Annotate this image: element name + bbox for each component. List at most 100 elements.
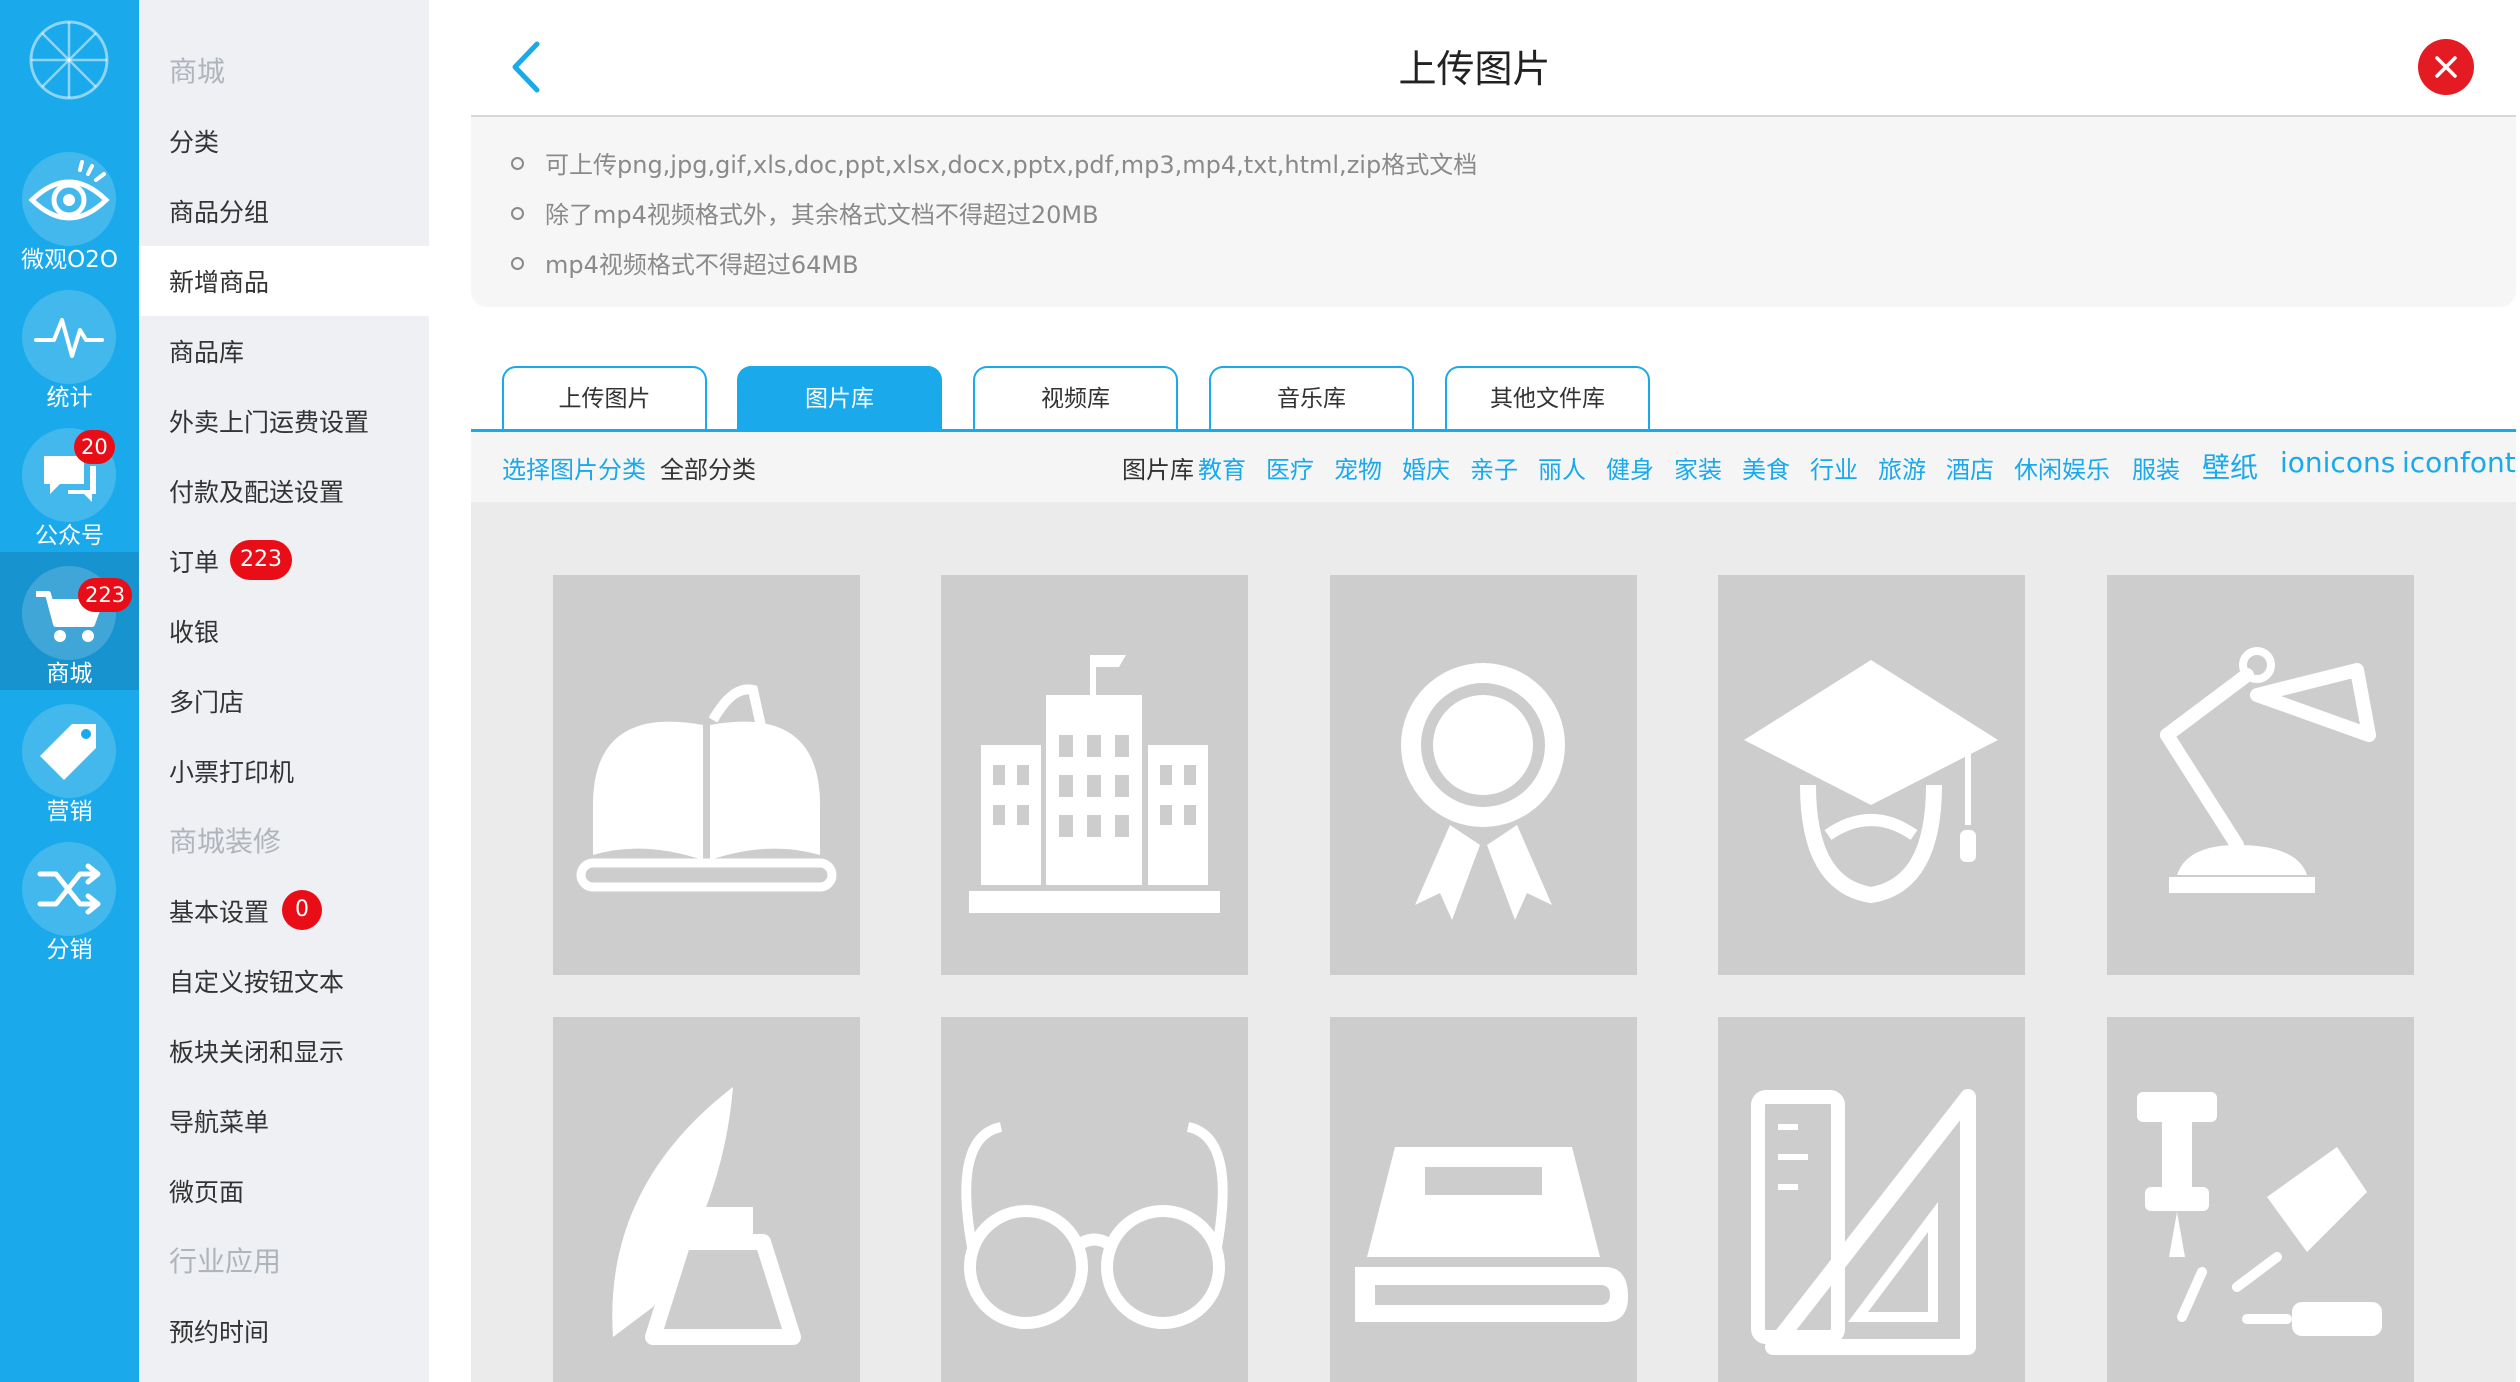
menu-item-label: 导航菜单 — [169, 1108, 270, 1137]
menu-item-label: 新增商品 — [169, 268, 270, 297]
rail-item-o2o[interactable]: 微观O2O — [0, 138, 139, 276]
desk-lamp-icon — [2160, 647, 2376, 893]
filter-pets[interactable]: 宠物 — [1334, 450, 1382, 485]
menu-badge: 223 — [230, 540, 292, 580]
menu-item-label: 付款及配送设置 — [169, 478, 345, 507]
filter-wedding[interactable]: 婚庆 — [1402, 450, 1450, 485]
filter-ionicons[interactable]: ionicons — [2280, 446, 2395, 479]
menu-item-label: 商城 — [169, 55, 226, 88]
pulse-icon — [22, 290, 116, 384]
filter-clothing[interactable]: 服装 — [2132, 450, 2180, 485]
award-ribbon-icon — [1401, 663, 1565, 920]
school-building-icon — [969, 655, 1220, 913]
menu-item-booking-time[interactable]: 预约时间 — [139, 1296, 429, 1366]
filter-hotel[interactable]: 酒店 — [1946, 450, 1994, 485]
menu-section-industry: 行业应用 — [139, 1226, 429, 1296]
filter-iconfont[interactable]: iconfont — [2402, 446, 2516, 479]
menu-item-product-group[interactable]: 商品分组 — [139, 176, 429, 246]
select-category-link[interactable]: 选择图片分类 — [502, 450, 646, 485]
filter-education[interactable]: 教育 — [1198, 450, 1246, 485]
tab-image-library[interactable]: 图片库 — [737, 366, 942, 430]
rail-item-label: 营销 — [46, 799, 93, 825]
gallery-tile[interactable] — [941, 575, 1248, 975]
rail-item-label: 公众号 — [35, 523, 104, 549]
rail-item-label: 商城 — [46, 661, 93, 687]
menu-item-label: 预约时间 — [169, 1318, 270, 1347]
menu-item-basic-settings[interactable]: 基本设置 0 — [139, 876, 429, 946]
menu-section-mall: 商城 — [139, 36, 429, 106]
menu-item-label: 商品分组 — [169, 198, 270, 227]
menu-item-cashier[interactable]: 收银 — [139, 596, 429, 666]
rail-badge: 223 — [78, 578, 133, 612]
menu-item-delivery-fee[interactable]: 外卖上门运费设置 — [139, 386, 429, 456]
page-title: 上传图片 — [1398, 47, 1551, 91]
ruler-triangle-icon — [1751, 1089, 1976, 1355]
gallery-tile[interactable] — [2107, 575, 2414, 975]
tab-other-files[interactable]: 其他文件库 — [1445, 366, 1650, 430]
rail-item-mall[interactable]: 223 商城 — [0, 552, 139, 690]
note-item: mp4视频格式不得超过64MB — [511, 245, 859, 280]
menu-item-block-toggle[interactable]: 板块关闭和显示 — [139, 1016, 429, 1086]
menu-item-label: 自定义按钮文本 — [169, 968, 345, 997]
menu-item-multi-store[interactable]: 多门店 — [139, 666, 429, 736]
gallery-tile[interactable] — [553, 575, 860, 975]
image-gallery — [471, 502, 2516, 1382]
gallery-tile[interactable] — [1330, 575, 1637, 975]
mall-menu: 商城 分类 商品分组 新增商品 商品库 外卖上门运费设置 付款及配送设置 订单 … — [139, 0, 429, 1382]
shuffle-icon — [22, 842, 116, 936]
rail-item-label: 统计 — [46, 385, 93, 411]
filter-beauty[interactable]: 丽人 — [1538, 450, 1586, 485]
rail-badge: 20 — [74, 430, 115, 464]
menu-item-add-product[interactable]: 新增商品 — [139, 246, 429, 316]
menu-item-micro-page[interactable]: 微页面 — [139, 1156, 429, 1226]
menu-item-label: 分类 — [169, 128, 220, 157]
filter-parenting[interactable]: 亲子 — [1470, 450, 1518, 485]
gallery-tile[interactable] — [941, 1017, 1248, 1382]
filter-fitness[interactable]: 健身 — [1606, 450, 1654, 485]
menu-badge: 0 — [282, 890, 322, 930]
note-item: 可上传png,jpg,gif,xls,doc,ppt,xlsx,docx,ppt… — [511, 145, 1477, 180]
gallery-tile[interactable] — [1718, 575, 2025, 975]
rail-item-label: 分销 — [46, 937, 93, 963]
tab-upload-image[interactable]: 上传图片 — [502, 366, 707, 430]
rail-item-stats[interactable]: 统计 — [0, 276, 139, 414]
menu-item-orders[interactable]: 订单 223 — [139, 526, 429, 596]
menu-item-product-library[interactable]: 商品库 — [139, 316, 429, 386]
gallery-tile[interactable] — [553, 1017, 860, 1382]
graduate-cap-icon — [1744, 660, 1998, 904]
rail-item-official[interactable]: 20 公众号 — [0, 414, 139, 552]
eye-icon — [22, 152, 116, 246]
gallery-tile[interactable] — [2107, 1017, 2414, 1382]
filter-travel[interactable]: 旅游 — [1878, 450, 1926, 485]
filter-home-decor[interactable]: 家装 — [1674, 450, 1722, 485]
menu-item-label: 基本设置 — [169, 898, 270, 927]
category-filter-bar: 选择图片分类 全部分类 图片库 教育 医疗 宠物 婚庆 亲子 丽人 健身 家装 … — [471, 432, 2516, 502]
close-button[interactable] — [2418, 39, 2474, 95]
filter-wallpaper[interactable]: 壁纸 — [2202, 446, 2258, 486]
rail-item-distribution[interactable]: 分销 — [0, 828, 139, 966]
tab-video-library[interactable]: 视频库 — [973, 366, 1178, 430]
all-categories-link[interactable]: 全部分类 — [660, 450, 756, 485]
gallery-tile[interactable] — [1330, 1017, 1637, 1382]
menu-item-nav-menu[interactable]: 导航菜单 — [139, 1086, 429, 1156]
gallery-tile[interactable] — [1718, 1017, 2025, 1382]
menu-item-label: 外卖上门运费设置 — [169, 408, 370, 437]
tag-icon — [22, 704, 116, 798]
menu-item-label: 商城装修 — [169, 825, 282, 858]
filter-food[interactable]: 美食 — [1742, 450, 1790, 485]
menu-item-receipt-printer[interactable]: 小票打印机 — [139, 736, 429, 806]
tab-music-library[interactable]: 音乐库 — [1209, 366, 1414, 430]
upload-dialog: 上传图片 可上传png,jpg,gif,xls,doc,ppt,xlsx,doc… — [429, 0, 2520, 1382]
rail-item-label: 微观O2O — [21, 247, 118, 273]
glasses-icon — [961, 1122, 1228, 1329]
filter-industry[interactable]: 行业 — [1810, 450, 1858, 485]
note-item: 除了mp4视频格式外，其余格式文档不得超过20MB — [511, 195, 1099, 230]
filter-leisure[interactable]: 休闲娱乐 — [2014, 450, 2110, 485]
menu-item-custom-button-text[interactable]: 自定义按钮文本 — [139, 946, 429, 1016]
menu-item-payment-shipping[interactable]: 付款及配送设置 — [139, 456, 429, 526]
menu-item-label: 多门店 — [169, 688, 245, 717]
menu-item-category[interactable]: 分类 — [139, 106, 429, 176]
rail-item-marketing[interactable]: 营销 — [0, 690, 139, 828]
open-book-icon — [576, 684, 837, 892]
filter-medical[interactable]: 医疗 — [1266, 450, 1314, 485]
